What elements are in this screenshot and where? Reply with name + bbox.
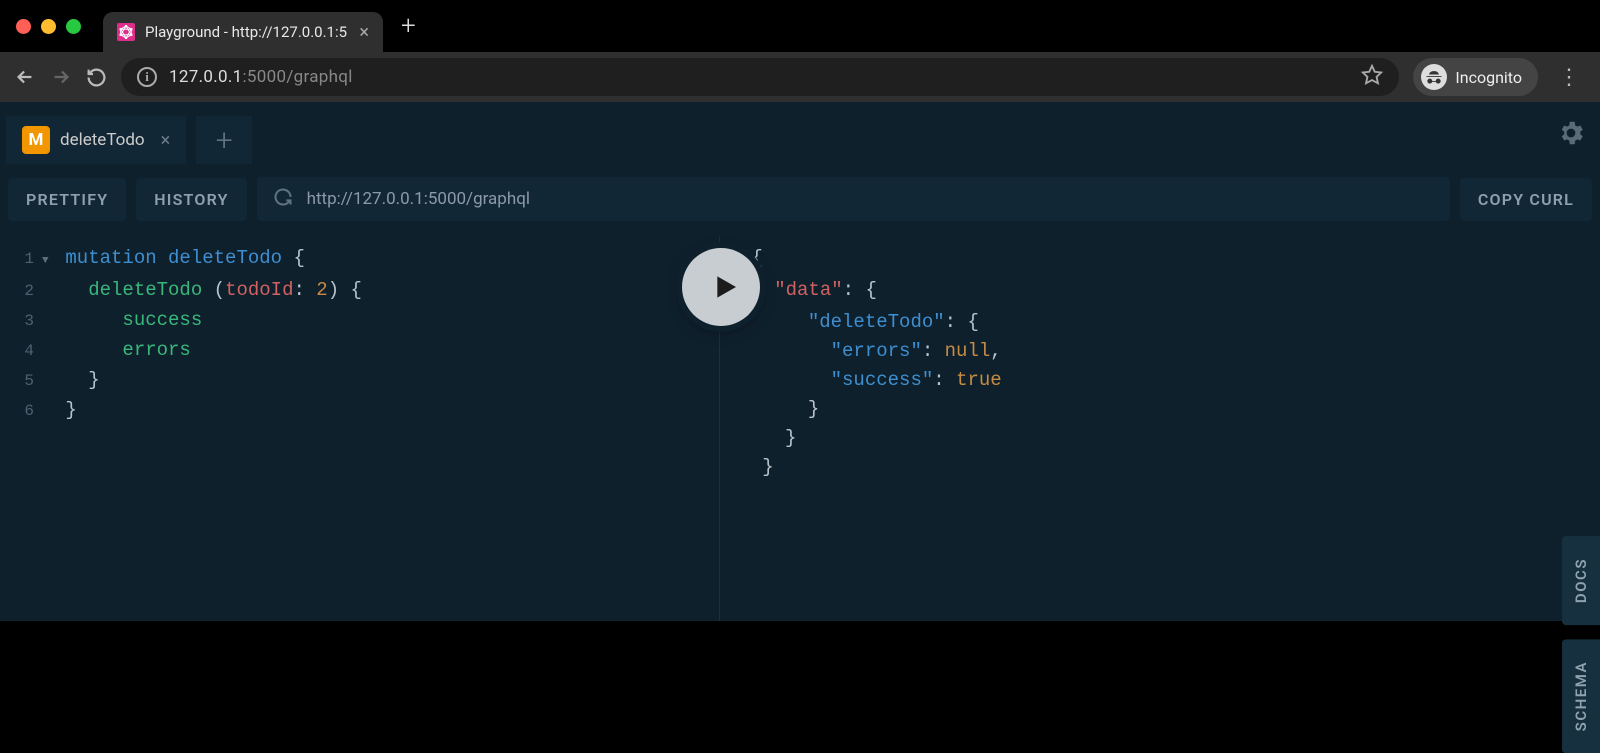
close-playground-tab-icon[interactable]: ×: [161, 130, 171, 151]
window-maximize-button[interactable]: [66, 19, 81, 34]
graphql-playground: M deleteTodo × + Prettify History http:/…: [0, 102, 1600, 621]
side-panel-tabs: DOCS SCHEMA: [1562, 536, 1600, 753]
address-bar[interactable]: i 127.0.0.1:5000/graphql: [121, 58, 1399, 96]
action-bar: Prettify History http://127.0.0.1:5000/g…: [0, 174, 1600, 224]
browser-toolbar: i 127.0.0.1:5000/graphql Incognito ⋮: [0, 52, 1600, 102]
history-button[interactable]: History: [136, 178, 246, 221]
new-browser-tab-button[interactable]: +: [401, 11, 416, 41]
mutation-badge: M: [22, 126, 50, 154]
settings-gear-icon[interactable]: [1556, 118, 1586, 152]
editor-area: 1▼ mutation deleteTodo { 2 deleteTodo (t…: [0, 236, 1600, 621]
bookmark-star-icon[interactable]: [1361, 64, 1383, 91]
playground-tab-name: deleteTodo: [60, 130, 145, 150]
incognito-badge[interactable]: Incognito: [1413, 58, 1538, 96]
prettify-button[interactable]: Prettify: [8, 178, 126, 221]
back-button[interactable]: [14, 66, 36, 88]
url-text: 127.0.0.1:5000/graphql: [169, 67, 353, 87]
browser-menu-icon[interactable]: ⋮: [1552, 65, 1586, 90]
schema-tab[interactable]: SCHEMA: [1562, 639, 1600, 753]
window-controls: [16, 19, 81, 34]
window-close-button[interactable]: [16, 19, 31, 34]
site-info-icon[interactable]: i: [137, 67, 157, 87]
graphql-favicon: [117, 23, 135, 41]
response-viewer[interactable]: ▼ { ▼ "data": { "deleteTodo": { "errors"…: [720, 236, 1600, 621]
incognito-icon: [1421, 64, 1447, 90]
docs-tab[interactable]: DOCS: [1562, 536, 1600, 625]
endpoint-url: http://127.0.0.1:5000/graphql: [307, 189, 530, 209]
query-editor[interactable]: 1▼ mutation deleteTodo { 2 deleteTodo (t…: [0, 236, 720, 621]
playground-tab-bar: M deleteTodo × +: [0, 102, 1600, 164]
reload-button[interactable]: [86, 67, 107, 88]
incognito-label: Incognito: [1455, 68, 1522, 87]
window-minimize-button[interactable]: [41, 19, 56, 34]
browser-tab-strip: Playground - http://127.0.0.1:5 × +: [0, 0, 1600, 52]
forward-button[interactable]: [50, 66, 72, 88]
close-tab-icon[interactable]: ×: [359, 22, 369, 43]
browser-tab-title: Playground - http://127.0.0.1:5: [145, 23, 347, 41]
copy-curl-button[interactable]: Copy CURL: [1460, 178, 1592, 221]
endpoint-input[interactable]: http://127.0.0.1:5000/graphql: [257, 177, 1450, 221]
execute-button[interactable]: [682, 248, 760, 326]
playground-tab[interactable]: M deleteTodo ×: [6, 116, 186, 164]
browser-tab[interactable]: Playground - http://127.0.0.1:5 ×: [103, 12, 383, 52]
fold-icon[interactable]: ▼: [42, 247, 54, 276]
reload-endpoint-icon[interactable]: [273, 187, 293, 212]
new-playground-tab-button[interactable]: +: [196, 116, 252, 164]
